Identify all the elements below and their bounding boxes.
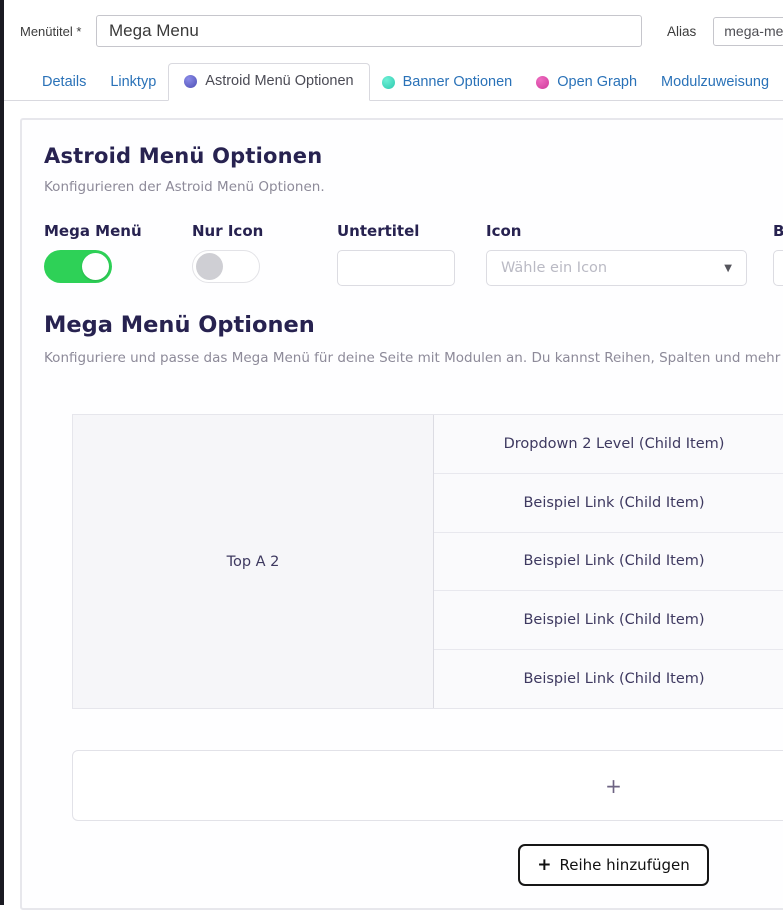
child-item-row[interactable]: Dropdown 2 Level (Child Item) bbox=[434, 415, 783, 474]
mega-menu-options-title: Mega Menü Optionen bbox=[44, 312, 783, 338]
nur-icon-toggle-label: Nur Icon bbox=[192, 222, 337, 240]
badge-label: Badge bbox=[773, 222, 783, 240]
icon-select-placeholder: Wähle ein Icon bbox=[501, 260, 607, 276]
child-item-label: Beispiel Link (Child Item) bbox=[523, 553, 704, 569]
tab-linktyp-label: Linktyp bbox=[110, 74, 156, 90]
add-row-button[interactable]: + Reihe hinzufügen bbox=[518, 844, 709, 886]
panel-title: Astroid Menü Optionen bbox=[44, 144, 783, 168]
untertitel-label: Untertitel bbox=[337, 222, 486, 240]
tab-modulzuweisung[interactable]: Modulzuweisung bbox=[649, 65, 781, 100]
field-badge: Badge Kein bbox=[773, 222, 783, 286]
child-item-row[interactable]: Beispiel Link (Child Item) bbox=[434, 650, 783, 708]
tab-astroid-label: Astroid Menü Optionen bbox=[205, 73, 353, 89]
toggle-knob bbox=[196, 253, 223, 280]
astroid-tab-dot-icon bbox=[184, 75, 197, 88]
menu-title-label: Menütitel * bbox=[20, 24, 96, 39]
alias-input[interactable] bbox=[713, 17, 783, 46]
mega-menu-options-subtitle: Konfiguriere und passe das Mega Menü für… bbox=[44, 350, 783, 366]
alias-label: Alias bbox=[667, 24, 696, 39]
panel-subtitle: Konfigurieren der Astroid Menü Optionen. bbox=[44, 179, 783, 195]
banner-tab-dot-icon bbox=[382, 76, 395, 89]
add-row-button-label: Reihe hinzufügen bbox=[559, 856, 689, 874]
child-item-row[interactable]: Beispiel Link (Child Item) bbox=[434, 474, 783, 533]
tab-banner-label: Banner Optionen bbox=[403, 74, 513, 90]
menu-item-edit-page: Menütitel * Alias Details Linktyp Astroi… bbox=[4, 0, 783, 905]
add-module-dropzone[interactable]: + bbox=[72, 750, 783, 821]
tab-linktyp[interactable]: Linktyp bbox=[98, 65, 168, 100]
tab-open-graph[interactable]: Open Graph bbox=[524, 65, 649, 100]
edit-tabs: Details Linktyp Astroid Menü Optionen Ba… bbox=[4, 63, 783, 101]
toggle-knob bbox=[82, 253, 109, 280]
menu-structure-table: Top A 2 Dropdown 2 Level (Child Item) Be… bbox=[72, 414, 783, 709]
tab-open-graph-label: Open Graph bbox=[557, 74, 637, 90]
field-untertitel: Untertitel bbox=[337, 222, 486, 286]
tab-banner-optionen[interactable]: Banner Optionen bbox=[370, 65, 525, 100]
mega-menu-builder: Top A 2 Dropdown 2 Level (Child Item) Be… bbox=[72, 414, 783, 886]
badge-select[interactable]: Kein bbox=[773, 250, 783, 286]
child-item-row[interactable]: Beispiel Link (Child Item) bbox=[434, 533, 783, 592]
child-item-label: Beispiel Link (Child Item) bbox=[523, 495, 704, 511]
astroid-options-card: Astroid Menü Optionen Konfigurieren der … bbox=[20, 118, 783, 910]
child-item-label: Dropdown 2 Level (Child Item) bbox=[504, 436, 725, 452]
field-mega-menu: Mega Menü bbox=[44, 222, 192, 286]
tab-details[interactable]: Details bbox=[30, 65, 98, 100]
tab-modulzuweisung-label: Modulzuweisung bbox=[661, 74, 769, 90]
child-item-label: Beispiel Link (Child Item) bbox=[523, 612, 704, 628]
icon-label: Icon bbox=[486, 222, 773, 240]
open-graph-tab-dot-icon bbox=[536, 76, 549, 89]
field-icon: Icon Wähle ein Icon ▼ bbox=[486, 222, 773, 286]
parent-item-cell[interactable]: Top A 2 bbox=[73, 415, 434, 708]
child-item-row[interactable]: Beispiel Link (Child Item) bbox=[434, 591, 783, 650]
nur-icon-toggle[interactable] bbox=[192, 250, 260, 283]
tab-details-label: Details bbox=[42, 74, 86, 90]
plus-icon: + bbox=[537, 857, 551, 874]
mega-menu-toggle[interactable] bbox=[44, 250, 112, 283]
chevron-down-icon: ▼ bbox=[724, 263, 732, 274]
menu-title-input[interactable] bbox=[96, 15, 642, 47]
parent-item-label: Top A 2 bbox=[227, 554, 280, 570]
child-item-label: Beispiel Link (Child Item) bbox=[523, 671, 704, 687]
untertitel-input[interactable] bbox=[337, 250, 455, 286]
builder-actions: + Reihe hinzufügen bbox=[72, 844, 783, 886]
title-alias-bar: Menütitel * Alias bbox=[4, 0, 783, 47]
tab-astroid-menu-optionen[interactable]: Astroid Menü Optionen bbox=[168, 63, 369, 101]
plus-icon: + bbox=[605, 774, 622, 798]
field-nur-icon: Nur Icon bbox=[192, 222, 337, 286]
mega-menu-toggle-label: Mega Menü bbox=[44, 222, 192, 240]
child-items-column: Dropdown 2 Level (Child Item) Beispiel L… bbox=[434, 415, 783, 708]
option-fields-row: Mega Menü Nur Icon Untertitel bbox=[44, 222, 783, 286]
icon-select[interactable]: Wähle ein Icon ▼ bbox=[486, 250, 747, 286]
